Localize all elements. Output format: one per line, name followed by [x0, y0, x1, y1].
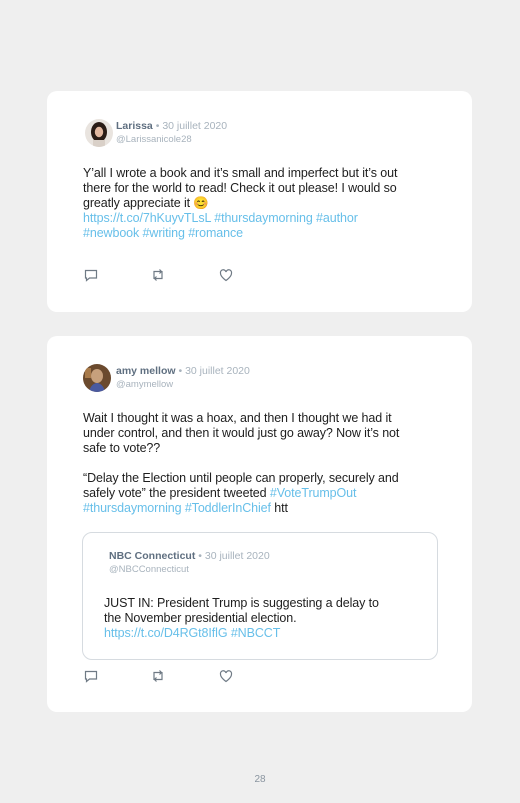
retweet-icon[interactable]: [150, 267, 166, 283]
avatar[interactable]: [85, 119, 113, 147]
tweet-text-line: Wait I thought it was a hoax, and then I…: [83, 411, 392, 425]
tweet-text-line: greatly appreciate it 😊: [83, 196, 397, 211]
tweet-text-line: “Delay the Election until people can pro…: [83, 471, 399, 485]
quote-author-line: NBC Connecticut • 30 juillet 2020: [109, 550, 270, 562]
reply-icon[interactable]: [83, 668, 99, 684]
author-handle[interactable]: @Larissanicole28: [116, 134, 192, 145]
separator: •: [155, 120, 160, 132]
quote-text-line: JUST IN: President Trump is suggesting a…: [104, 596, 379, 610]
quote-author-name[interactable]: NBC Connecticut: [109, 550, 195, 562]
quote-handle[interactable]: @NBCConnecticut: [109, 564, 189, 575]
quote-hashtag[interactable]: #NBCCT: [231, 626, 281, 640]
tweet-text-line-content: safely vote” the president tweeted: [83, 486, 270, 500]
tweet-date[interactable]: 30 juillet 2020: [185, 365, 250, 377]
tweet-date[interactable]: 30 juillet 2020: [162, 120, 227, 132]
tweet-text-line: Y’all I wrote a book and it’s small and …: [83, 166, 398, 180]
quote-date[interactable]: 30 juillet 2020: [205, 550, 270, 562]
hashtags[interactable]: #newbook #writing #romance: [83, 226, 243, 240]
author-line: amy mellow • 30 juillet 2020: [116, 365, 250, 377]
author-line: Larissa • 30 juillet 2020: [116, 120, 227, 132]
tweet-card: amy mellow • 30 juillet 2020 @amymellow …: [47, 336, 472, 712]
avatar[interactable]: [83, 364, 111, 392]
hashtag[interactable]: #VoteTrumpOut: [270, 486, 357, 500]
author-name[interactable]: Larissa: [116, 120, 153, 132]
quoted-tweet[interactable]: NBC Connecticut • 30 juillet 2020 @NBCCo…: [82, 532, 438, 660]
tweet-text-line: #thursdaymorning #ToddlerInChief htt: [83, 501, 399, 516]
author-handle[interactable]: @amymellow: [116, 379, 173, 390]
retweet-icon[interactable]: [150, 668, 166, 684]
quote-link[interactable]: https://t.co/D4RGt8IflG: [104, 626, 228, 640]
reply-icon[interactable]: [83, 267, 99, 283]
like-icon[interactable]: [218, 267, 234, 283]
hashtags[interactable]: #thursdaymorning #ToddlerInChief: [83, 501, 271, 515]
tweet-text: Wait I thought it was a hoax, and then I…: [83, 411, 399, 516]
tweet-links-line: #newbook #writing #romance: [83, 226, 397, 241]
quote-text-line: the November presidential election.: [104, 611, 297, 625]
tweet-text-line: there for the world to read! Check it ou…: [83, 181, 397, 195]
separator: •: [178, 365, 183, 377]
page-number: 28: [254, 774, 266, 785]
tweet-card: Larissa • 30 juillet 2020 @Larissanicole…: [47, 91, 472, 312]
separator: •: [198, 550, 202, 562]
author-name[interactable]: amy mellow: [116, 365, 176, 377]
truncated-text: htt: [270, 501, 288, 515]
hashtags[interactable]: #thursdaymorning #author: [214, 211, 358, 225]
tweet-text-line: safe to vote??: [83, 441, 161, 455]
tweet-text: Y’all I wrote a book and it’s small and …: [83, 166, 397, 241]
quote-links-line: https://t.co/D4RGt8IflG #NBCCT: [104, 626, 379, 641]
tweet-link[interactable]: https://t.co/7hKuyvTLsL: [83, 211, 211, 225]
tweet-links-line: https://t.co/7hKuyvTLsL #thursdaymorning…: [83, 211, 397, 226]
tweet-text-line-content: greatly appreciate it: [83, 196, 194, 210]
tweet-text-line: under control, and then it would just go…: [83, 426, 400, 440]
like-icon[interactable]: [218, 668, 234, 684]
smile-emoji: 😊: [193, 196, 209, 210]
quote-text: JUST IN: President Trump is suggesting a…: [104, 596, 379, 641]
tweet-text-line: safely vote” the president tweeted #Vote…: [83, 486, 399, 501]
